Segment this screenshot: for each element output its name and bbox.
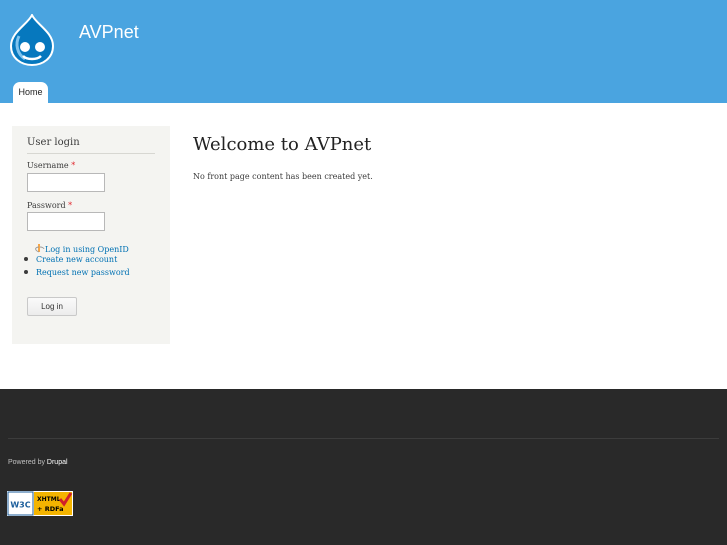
create-account-link[interactable]: Create new account bbox=[36, 255, 117, 264]
password-label: Password * bbox=[27, 201, 72, 210]
bullet bbox=[24, 270, 28, 274]
openid-icon bbox=[35, 244, 45, 253]
divider bbox=[8, 438, 719, 439]
divider bbox=[27, 153, 155, 154]
drupal-logo-icon[interactable] bbox=[9, 14, 55, 66]
site-footer: Powered by Drupal W3C XHTML + RDFa bbox=[0, 389, 727, 545]
user-login-block: User login Username * Password * Log in … bbox=[12, 126, 170, 344]
powered-by-text: Powered by bbox=[8, 459, 45, 466]
list-item: Request new password bbox=[24, 268, 130, 277]
badge-top-line: XHTML bbox=[37, 496, 61, 503]
site-header: AVPnet Home bbox=[0, 0, 727, 103]
username-label: Username * bbox=[27, 161, 75, 170]
drupal-link[interactable]: Drupal bbox=[47, 459, 68, 466]
page-title: Welcome to AVPnet bbox=[193, 134, 372, 155]
powered-by: Powered by Drupal bbox=[8, 459, 68, 466]
badge-brand: W3C bbox=[10, 501, 30, 510]
password-field[interactable] bbox=[27, 212, 105, 231]
required-marker: * bbox=[68, 201, 73, 210]
openid-login-link[interactable]: Log in using OpenID bbox=[35, 242, 129, 254]
required-marker: * bbox=[71, 161, 76, 170]
site-name[interactable]: AVPnet bbox=[79, 22, 139, 43]
openid-link-label: Log in using OpenID bbox=[45, 245, 129, 254]
login-button[interactable]: Log in bbox=[27, 297, 77, 316]
password-label-text: Password bbox=[27, 201, 66, 210]
tab-home[interactable]: Home bbox=[13, 82, 48, 103]
page-body-text: No front page content has been created y… bbox=[193, 172, 373, 181]
w3c-xhtml-rdfa-badge-icon[interactable]: W3C XHTML + RDFa bbox=[7, 491, 73, 516]
bullet bbox=[24, 257, 28, 261]
list-item: Create new account bbox=[24, 255, 117, 264]
username-label-text: Username bbox=[27, 161, 69, 170]
username-field[interactable] bbox=[27, 173, 105, 192]
badge-bottom-line: + RDFa bbox=[37, 505, 64, 513]
request-password-link[interactable]: Request new password bbox=[36, 268, 130, 277]
block-title: User login bbox=[27, 137, 80, 148]
